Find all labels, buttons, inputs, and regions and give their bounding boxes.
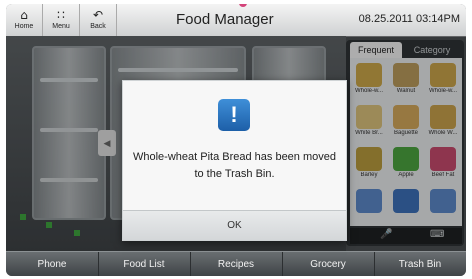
nav-food-list[interactable]: Food List	[98, 252, 191, 276]
page-title: Food Manager	[176, 11, 274, 28]
datetime: 08.25.2011 03:14PM	[358, 13, 460, 25]
top-bar: ⌂ Home ∷ Menu ↶ Back Food Manager 08.25.…	[6, 4, 466, 37]
top-indicator	[239, 4, 247, 7]
dialog-message: Whole-wheat Pita Bread has been moved to…	[132, 151, 336, 180]
nav-recipes[interactable]: Recipes	[190, 252, 283, 276]
home-button[interactable]: ⌂ Home	[6, 4, 43, 36]
notification-dialog: ! Whole-wheat Pita Bread has been moved …	[122, 80, 347, 241]
alert-icon: !	[218, 99, 250, 131]
dialog-button-bar: OK	[123, 210, 346, 240]
home-icon: ⌂	[20, 8, 28, 22]
bottom-nav: Phone Food List Recipes Grocery Trash Bi…	[6, 251, 466, 276]
back-button[interactable]: ↶ Back	[80, 4, 117, 36]
ok-button[interactable]: OK	[123, 211, 346, 240]
nav-trash-bin[interactable]: Trash Bin	[374, 252, 466, 276]
nav-phone[interactable]: Phone	[6, 252, 99, 276]
nav-grocery[interactable]: Grocery	[282, 252, 375, 276]
menu-grid-icon: ∷	[57, 8, 65, 22]
menu-button[interactable]: ∷ Menu	[43, 4, 80, 36]
back-arrow-icon: ↶	[92, 8, 104, 22]
